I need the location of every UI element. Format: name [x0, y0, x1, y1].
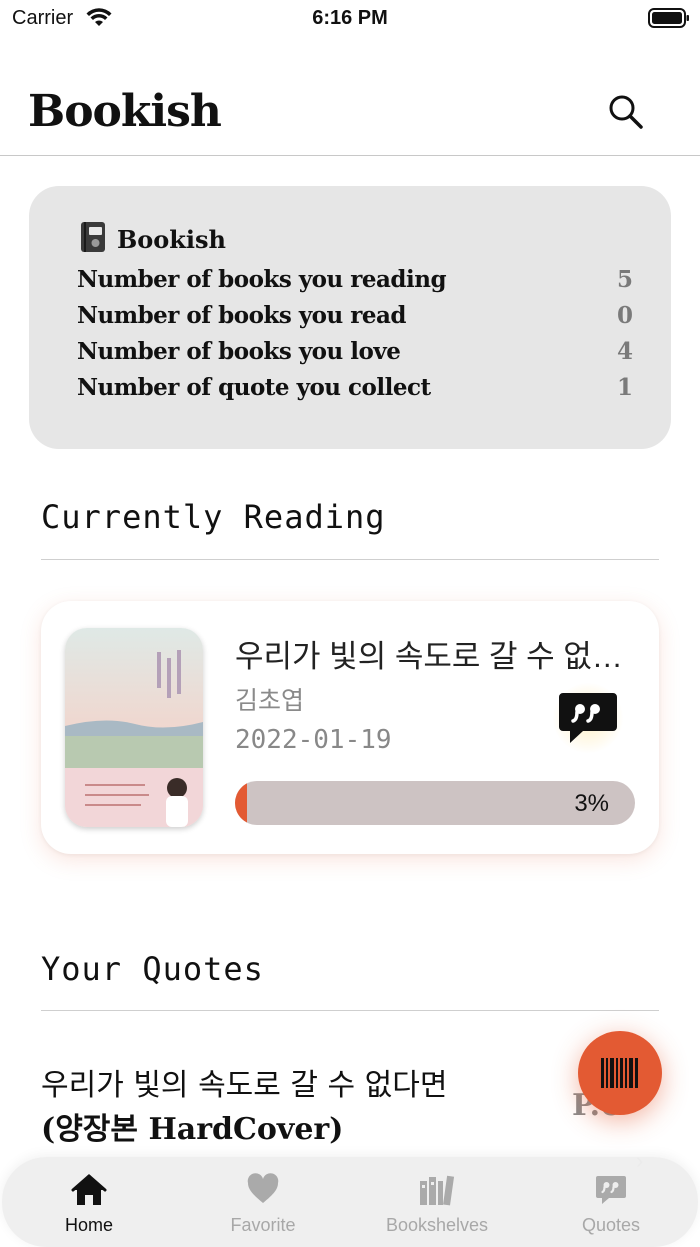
search-icon: [609, 95, 643, 129]
notebook-icon: [79, 221, 107, 258]
search-button[interactable]: [606, 92, 646, 132]
scan-barcode-button[interactable]: [578, 1031, 662, 1115]
tab-bookshelves[interactable]: Bookshelves: [350, 1157, 524, 1247]
tab-label: Favorite: [230, 1215, 296, 1235]
book-start-date: 2022-01-19: [235, 725, 392, 755]
stats-value: 1: [616, 374, 633, 401]
quote-book-title-line1: 우리가 빛의 속도로 갈 수 없다면: [41, 1068, 448, 1103]
tab-label: Bookshelves: [385, 1215, 489, 1235]
stats-row-love: Number of books you love 4: [77, 338, 633, 372]
tab-label: Quotes: [581, 1215, 641, 1235]
battery-icon: [648, 8, 690, 33]
stats-brand-label: Bookish: [117, 224, 227, 254]
tab-bar: Home Favorite Bookshelves Quotes: [2, 1157, 698, 1247]
stats-label: Number of books you reading: [77, 266, 447, 293]
speech-bubble-quote-icon: [559, 693, 617, 743]
tab-quotes[interactable]: Quotes: [524, 1157, 698, 1247]
heart-icon: [176, 1173, 350, 1209]
stats-value: 0: [616, 302, 633, 329]
book-title: 우리가 빛의 속도로 갈 수 없다면: [235, 639, 631, 674]
stats-row-read: Number of books you read 0: [77, 302, 633, 336]
app-title: Bookish: [28, 86, 222, 137]
book-cover: [65, 628, 203, 827]
tab-favorite[interactable]: Favorite: [176, 1157, 350, 1247]
clock: 6:16 PM: [312, 7, 388, 29]
section-divider: [41, 1010, 659, 1011]
book-author: 김초엽: [235, 687, 305, 715]
tab-label: Home: [64, 1215, 113, 1235]
barcode-icon: [601, 1058, 638, 1088]
reading-progress-bar: 3%: [235, 781, 635, 825]
stats-card: Bookish Number of books you reading 5 Nu…: [29, 186, 671, 449]
stats-label: Number of books you love: [77, 338, 401, 365]
tab-home[interactable]: Home: [2, 1157, 176, 1247]
quote-book-title-line2: (양장본 HardCover): [41, 1112, 344, 1147]
stats-row-reading: Number of books you reading 5: [77, 266, 633, 300]
stats-label: Number of books you read: [77, 302, 407, 329]
add-quote-button[interactable]: [553, 683, 623, 753]
stats-value: 5: [616, 266, 633, 293]
stats-value: 4: [616, 338, 633, 365]
home-icon: [2, 1173, 176, 1209]
section-divider: [41, 559, 659, 560]
progress-percent: 3%: [574, 790, 609, 817]
your-quotes-title: Your Quotes: [41, 950, 264, 988]
stats-row-quotes: Number of quote you collect 1: [77, 374, 633, 408]
currently-reading-title: Currently Reading: [41, 498, 386, 536]
progress-fill: [235, 781, 247, 825]
header-divider: [0, 155, 700, 156]
quote-bubble-icon: [524, 1173, 698, 1209]
quote-book-title[interactable]: 우리가 빛의 속도로 갈 수 없다면 (양장본 HardCover): [41, 1064, 561, 1152]
currently-reading-card[interactable]: 우리가 빛의 속도로 갈 수 없다면 김초엽 2022-01-19 3%: [41, 601, 659, 854]
stats-label: Number of quote you collect: [77, 374, 431, 401]
bookshelf-icon: [350, 1173, 524, 1209]
status-bar: Carrier 6:16 PM: [0, 0, 700, 36]
stats-brand: Bookish: [79, 221, 227, 258]
